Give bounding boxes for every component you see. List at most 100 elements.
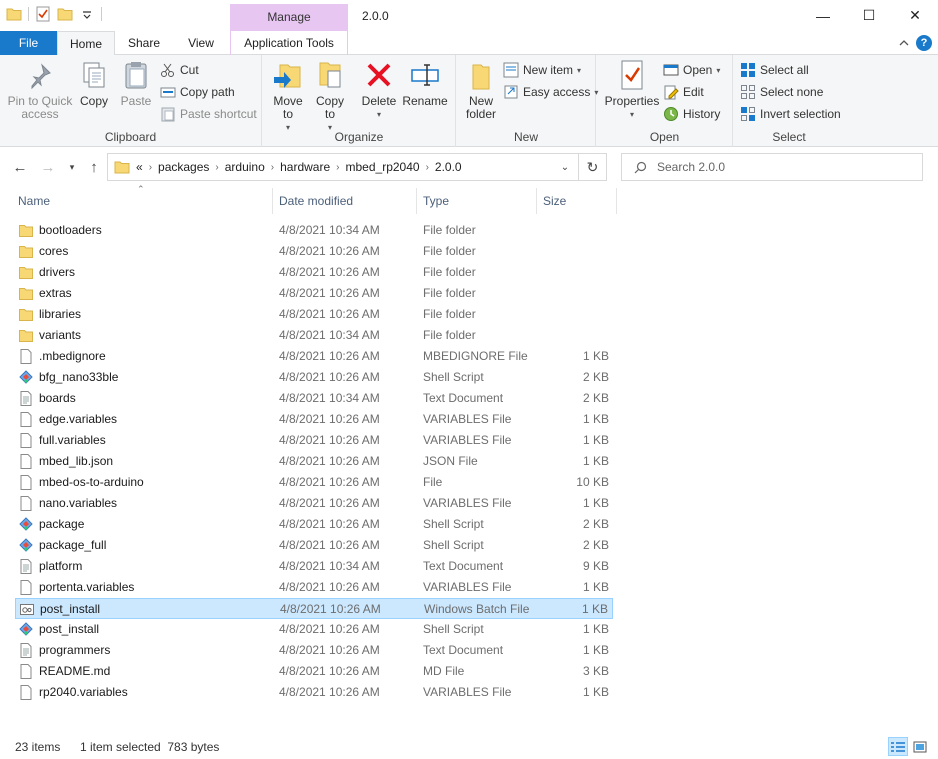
breadcrumb-item[interactable]: packages — [158, 160, 209, 174]
move-to-button[interactable]: Move to ▾ — [269, 59, 307, 134]
minimize-button[interactable]: — — [800, 0, 846, 31]
file-type: MBEDIGNORE File — [423, 349, 528, 363]
file-type: Text Document — [423, 391, 504, 405]
breadcrumb-item[interactable]: arduino — [225, 160, 265, 174]
new-folder-icon — [472, 64, 490, 90]
paste-button[interactable]: Paste — [116, 59, 156, 108]
column-header-size[interactable]: Size — [537, 188, 616, 214]
recent-locations-icon[interactable]: ▾ — [62, 157, 82, 177]
breadcrumb-separator-icon[interactable]: › — [336, 162, 339, 173]
close-button[interactable]: ✕ — [892, 0, 938, 31]
select-all-icon — [741, 63, 755, 77]
file-size: 2 KB — [582, 538, 609, 552]
file-row[interactable]: libraries 4/8/2021 10:26 AM File folder — [15, 304, 613, 325]
breadcrumb-separator-icon[interactable]: › — [271, 162, 274, 173]
breadcrumb-item[interactable]: mbed_rp2040 — [346, 160, 420, 174]
file-row[interactable]: programmers 4/8/2021 10:26 AM Text Documen… — [15, 640, 613, 661]
copy-to-button[interactable]: Copy to ▾ — [311, 59, 349, 134]
column-header-date[interactable]: Date modified — [273, 188, 416, 214]
invert-selection-button[interactable]: Invert selection — [740, 104, 841, 124]
file-row[interactable]: mbed_lib.json 4/8/2021 10:26 AM JSON File 1… — [15, 451, 613, 472]
file-row[interactable]: edge.variables 4/8/2021 10:26 AM VARIABLES… — [15, 409, 613, 430]
file-row[interactable]: bootloaders 4/8/2021 10:34 AM File folder — [15, 220, 613, 241]
file-row[interactable]: full.variables 4/8/2021 10:26 AM VARIABLES… — [15, 430, 613, 451]
refresh-icon[interactable]: ↻ — [578, 154, 606, 180]
copy-button[interactable]: Copy — [76, 59, 112, 108]
file-type: File folder — [423, 286, 476, 300]
new-folder-icon[interactable] — [57, 6, 73, 22]
file-row[interactable]: platform 4/8/2021 10:34 AM Text Document 9 … — [15, 556, 613, 577]
file-row[interactable]: README.md 4/8/2021 10:26 AM MD File 3 KB — [15, 661, 613, 682]
help-icon[interactable]: ? — [916, 35, 932, 51]
file-date: 4/8/2021 10:26 AM — [279, 643, 380, 657]
file-row[interactable]: cores 4/8/2021 10:26 AM File folder — [15, 241, 613, 262]
history-button[interactable]: History — [663, 104, 720, 124]
tab-share[interactable]: Share — [120, 31, 168, 55]
file-row[interactable]: bfg_nano33ble 4/8/2021 10:26 AM Shell Scri… — [15, 367, 613, 388]
folder-icon — [19, 328, 33, 343]
tab-home[interactable]: Home — [57, 31, 115, 56]
search-box[interactable]: Search 2.0.0 — [621, 153, 923, 181]
file-size: 1 KB — [582, 622, 609, 636]
large-icons-view-button[interactable] — [910, 737, 930, 756]
properties-button[interactable]: Properties ▾ — [603, 59, 661, 121]
new-item-button[interactable]: New item ▾ — [503, 60, 581, 80]
column-header-name[interactable]: Name — [12, 188, 272, 214]
file-type: Windows Batch File — [424, 602, 530, 616]
delete-button[interactable]: Delete ▾ — [359, 59, 399, 121]
paste-shortcut-icon — [161, 107, 175, 122]
details-view-button[interactable] — [888, 737, 908, 756]
column-header-type[interactable]: Type — [417, 188, 536, 214]
address-bar[interactable]: « › packages › arduino › hardware › mbed_rp2040… — [107, 153, 607, 181]
back-arrow-icon[interactable]: ← — [10, 157, 30, 177]
properties-icon[interactable] — [35, 6, 51, 22]
copy-path-button[interactable]: Copy path — [160, 82, 235, 102]
file-row[interactable]: portenta.variables 4/8/2021 10:26 AM VARIA… — [15, 577, 613, 598]
open-button[interactable]: Open ▾ — [663, 60, 720, 80]
search-input[interactable]: Search 2.0.0 — [657, 160, 725, 174]
pin-quick-access-button[interactable]: Pin to Quick access — [6, 59, 74, 121]
rename-icon — [411, 64, 439, 86]
up-arrow-icon[interactable]: ↑ — [84, 157, 104, 177]
forward-arrow-icon[interactable]: → — [38, 157, 58, 177]
file-date: 4/8/2021 10:26 AM — [279, 685, 380, 699]
breadcrumb-item[interactable]: 2.0.0 — [435, 160, 462, 174]
address-dropdown-icon[interactable]: ⌄ — [552, 154, 578, 180]
rename-button[interactable]: Rename — [401, 59, 449, 108]
file-date: 4/8/2021 10:26 AM — [279, 433, 380, 447]
select-all-button[interactable]: Select all — [740, 60, 809, 80]
collapse-ribbon-icon[interactable] — [898, 37, 910, 49]
customize-toolbar-icon[interactable] — [79, 6, 95, 22]
file-row[interactable]: mbed-os-to-arduino 4/8/2021 10:26 AM File 1… — [15, 472, 613, 493]
breadcrumb-overflow[interactable]: « — [136, 160, 143, 174]
breadcrumb-item[interactable]: hardware — [280, 160, 330, 174]
cut-button[interactable]: Cut — [160, 60, 199, 80]
file-row[interactable]: post_install 4/8/2021 10:26 AM Windows Bat… — [15, 598, 613, 619]
file-row[interactable]: drivers 4/8/2021 10:26 AM File folder — [15, 262, 613, 283]
file-date: 4/8/2021 10:26 AM — [279, 664, 380, 678]
file-row[interactable]: boards 4/8/2021 10:34 AM Text Document 2 KB — [15, 388, 613, 409]
file-name: post_install — [40, 602, 101, 616]
file-name: libraries — [39, 307, 82, 321]
file-row[interactable]: rp2040.variables 4/8/2021 10:26 AM VARIABL… — [15, 682, 613, 703]
easy-access-button[interactable]: Easy access ▾ — [503, 82, 598, 102]
file-row[interactable]: .mbedignore 4/8/2021 10:26 AM MBEDIGNORE F… — [15, 346, 613, 367]
file-row[interactable]: package_full 4/8/2021 10:26 AM Shell Scrip… — [15, 535, 613, 556]
breadcrumb-separator-icon[interactable]: › — [215, 162, 218, 173]
select-none-button[interactable]: Select none — [740, 82, 823, 102]
tab-application-tools[interactable]: Application Tools — [230, 31, 348, 55]
paste-shortcut-button[interactable]: Paste shortcut — [160, 104, 257, 124]
tab-file[interactable]: File — [0, 31, 57, 55]
tab-view[interactable]: View — [178, 31, 224, 55]
manage-context-tab[interactable]: Manage — [230, 4, 348, 31]
file-row[interactable]: package 4/8/2021 10:26 AM Shell Script 2 KB — [15, 514, 613, 535]
file-row[interactable]: variants 4/8/2021 10:34 AM File folder — [15, 325, 613, 346]
file-row[interactable]: nano.variables 4/8/2021 10:26 AM VARIABLES… — [15, 493, 613, 514]
edit-button[interactable]: Edit — [663, 82, 704, 102]
file-row[interactable]: extras 4/8/2021 10:26 AM File folder — [15, 283, 613, 304]
file-row[interactable]: post_install 4/8/2021 10:26 AM Shell Scrip… — [15, 619, 613, 640]
new-folder-button[interactable]: New folder — [461, 59, 501, 121]
breadcrumb-separator-icon[interactable]: › — [426, 162, 429, 173]
maximize-button[interactable]: ☐ — [846, 0, 892, 31]
breadcrumb-separator-icon[interactable]: › — [149, 162, 152, 173]
